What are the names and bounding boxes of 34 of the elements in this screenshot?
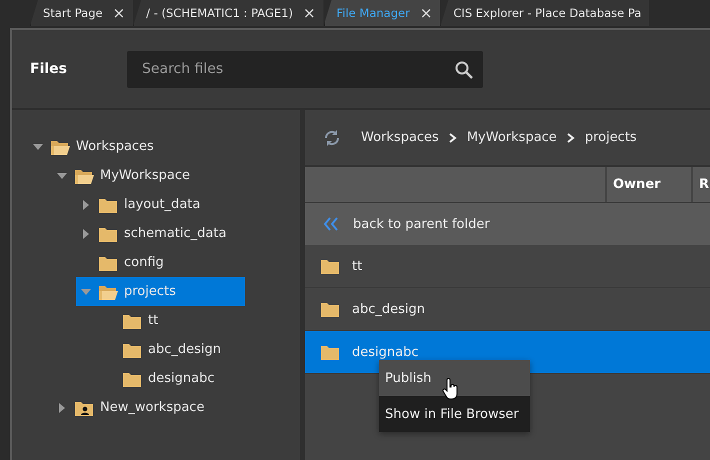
tab[interactable]: CIS Explorer - Place Database Pa <box>440 0 650 26</box>
tab[interactable]: Start Page × <box>30 0 134 26</box>
double-chevron-left-icon <box>323 217 339 231</box>
tree-item[interactable]: schematic_data <box>76 219 245 248</box>
menu-item[interactable]: Publish <box>379 360 530 396</box>
panel-title: Files <box>30 61 67 77</box>
folder-icon <box>320 300 340 318</box>
tree-item[interactable]: projects <box>76 277 245 306</box>
back-row[interactable]: back to parent folder <box>305 203 710 245</box>
tree-item[interactable]: tt <box>100 306 245 335</box>
chevron-right-icon <box>448 132 457 142</box>
tree-item[interactable]: abc_design <box>100 335 245 364</box>
close-icon[interactable]: × <box>302 4 316 22</box>
search-field[interactable]: Search files <box>127 50 483 88</box>
breadcrumb-link[interactable]: projects <box>584 130 637 145</box>
tree-item[interactable]: config <box>76 248 245 277</box>
folder-icon <box>320 343 340 361</box>
menu-item[interactable]: Show in File Browser <box>379 396 530 432</box>
tree-item[interactable]: New_workspace <box>52 393 245 422</box>
tab[interactable]: / - (SCHEMATIC1 : PAGE1) × <box>133 0 324 26</box>
tree-item[interactable]: designabc <box>100 364 245 393</box>
tree-item[interactable]: layout_data <box>76 190 245 219</box>
tree-item[interactable]: Workspaces <box>28 132 245 161</box>
refresh-icon[interactable] <box>323 128 341 146</box>
tab[interactable]: File Manager × <box>324 0 440 26</box>
close-icon[interactable]: × <box>420 4 432 22</box>
tree-item[interactable]: MyWorkspace <box>52 161 245 190</box>
folder-icon <box>320 257 340 275</box>
breadcrumb-link[interactable]: MyWorkspace <box>466 130 557 145</box>
search-icon[interactable] <box>455 60 473 78</box>
hand-cursor-icon <box>442 378 460 400</box>
chevron-right-icon <box>566 132 575 142</box>
close-icon[interactable]: × <box>112 4 126 22</box>
breadcrumb-link[interactable]: Workspaces <box>361 130 439 145</box>
